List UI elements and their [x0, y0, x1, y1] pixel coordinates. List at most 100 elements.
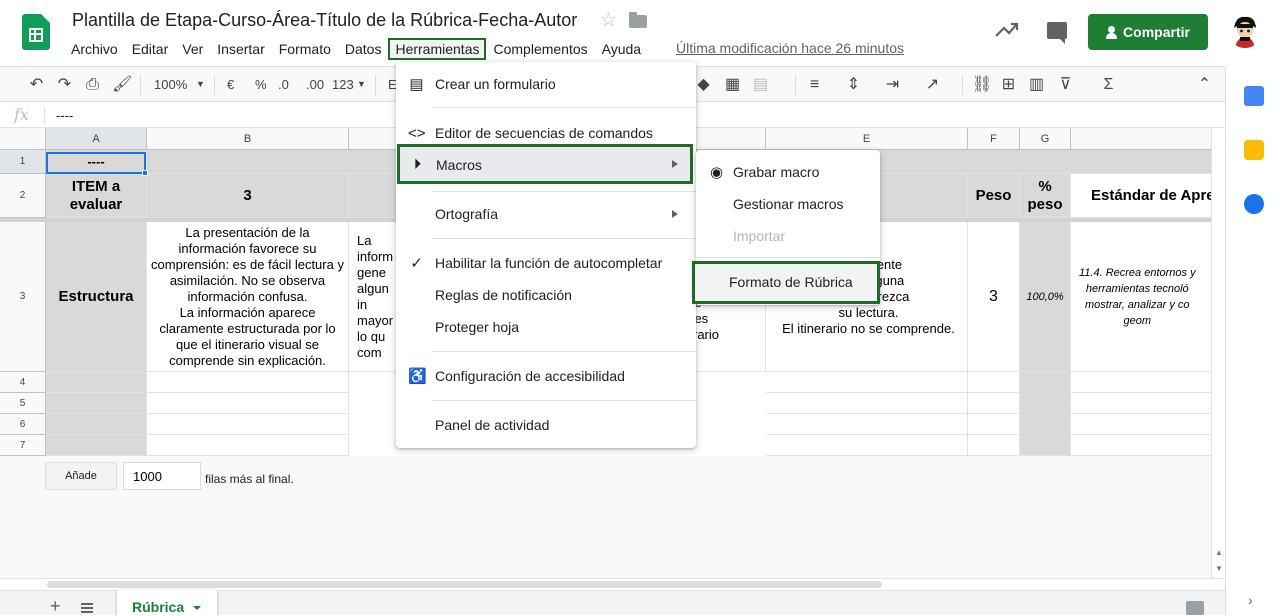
redo-icon[interactable]: ↷ — [56, 76, 73, 93]
document-title[interactable]: Plantilla de Etapa-Curso-Área-Título de … — [72, 10, 577, 31]
cell-e7[interactable] — [766, 435, 968, 456]
scroll-down-icon[interactable]: ▼ — [1215, 564, 1223, 573]
scrollbar-thumb[interactable] — [47, 581, 882, 588]
cell-h6[interactable] — [1071, 414, 1225, 435]
menu-item-gestionar-macros[interactable]: Gestionar macros — [696, 189, 880, 219]
cell-b7[interactable] — [147, 435, 349, 456]
cell-h7[interactable] — [1071, 435, 1225, 456]
cell-f7[interactable] — [968, 435, 1020, 456]
filter-icon[interactable]: ⊽ — [1057, 76, 1074, 93]
cell-e4[interactable] — [766, 372, 968, 393]
column-header-f[interactable]: F — [968, 128, 1020, 150]
currency-format-button[interactable]: € — [227, 67, 234, 102]
borders-icon[interactable]: ▦ — [724, 76, 741, 93]
menu-item-crear-formulario[interactable]: ▤ Crear un formulario — [396, 69, 696, 99]
menu-insertar[interactable]: Insertar — [210, 38, 271, 60]
cell-a7[interactable] — [46, 435, 147, 456]
fill-handle[interactable] — [142, 170, 148, 176]
column-header-b[interactable]: B — [147, 128, 349, 150]
cell-f4[interactable] — [968, 372, 1020, 393]
row-header-1[interactable]: 1 — [0, 150, 46, 174]
menu-item-reglas-notificacion[interactable]: Reglas de notificación — [396, 280, 696, 310]
cell-b4[interactable] — [147, 372, 349, 393]
menu-formato[interactable]: Formato — [272, 38, 338, 60]
avatar[interactable] — [1228, 14, 1262, 48]
cell-h5[interactable] — [1071, 393, 1225, 414]
menu-item-macros[interactable]: ⏵ Macros — [397, 144, 693, 184]
add-sheet-icon[interactable]: + — [50, 597, 61, 615]
cell-f5[interactable] — [968, 393, 1020, 414]
column-header-h[interactable] — [1071, 128, 1225, 150]
last-edit-link[interactable]: Última modificación hace 26 minutos — [676, 40, 904, 56]
horizontal-align-icon[interactable]: ≡ — [806, 76, 823, 93]
cell-g3[interactable]: 100,0% — [1020, 222, 1071, 372]
rows-count-input[interactable] — [123, 462, 201, 490]
cell-h3[interactable]: 11.4. Recrea entornos y herramientas tec… — [1071, 222, 1225, 372]
all-sheets-icon[interactable] — [81, 603, 93, 613]
row-header-3[interactable]: 3 — [0, 222, 46, 372]
vertical-align-icon[interactable]: ⇕ — [845, 76, 862, 93]
menu-item-formato-rubrica[interactable]: Formato de Rúbrica — [692, 261, 880, 304]
cell-b5[interactable] — [147, 393, 349, 414]
vertical-scrollbar[interactable]: ▲ ▼ — [1211, 128, 1225, 578]
trending-up-icon[interactable] — [994, 20, 1020, 40]
cell-b6[interactable] — [147, 414, 349, 435]
share-button[interactable]: Compartir — [1088, 14, 1208, 50]
number-format-select[interactable]: 123 — [332, 67, 354, 102]
cell-h2[interactable]: Estándar de Apre — [1071, 174, 1225, 218]
star-icon[interactable]: ☆ — [600, 9, 617, 32]
chevron-down-icon[interactable] — [193, 606, 201, 610]
cell-a6[interactable] — [46, 414, 147, 435]
row-header-7[interactable]: 7 — [0, 435, 46, 456]
comment-icon[interactable] — [1047, 22, 1067, 44]
calendar-icon[interactable] — [1244, 86, 1264, 106]
row-header-4[interactable]: 4 — [0, 372, 46, 393]
tasks-icon[interactable] — [1244, 194, 1264, 214]
column-header-a[interactable]: A — [46, 128, 147, 150]
cell-a5[interactable] — [46, 393, 147, 414]
text-wrap-icon[interactable]: ⇥ — [884, 76, 901, 93]
menu-item-ortografia[interactable]: Ortografía — [396, 199, 696, 229]
scroll-up-icon[interactable]: ▲ — [1215, 548, 1223, 557]
cell-a2[interactable]: ITEM a evaluar — [46, 174, 147, 218]
decrease-decimals-button[interactable]: .0 — [278, 67, 289, 102]
menu-complementos[interactable]: Complementos — [486, 38, 594, 60]
undo-icon[interactable]: ↶ — [28, 76, 45, 93]
cell-a3[interactable]: Estructura — [46, 222, 147, 372]
folder-icon[interactable] — [629, 12, 647, 28]
cell-a4[interactable] — [46, 372, 147, 393]
menu-editar[interactable]: Editar — [125, 38, 176, 60]
cell-f3[interactable]: 3 — [968, 222, 1020, 372]
horizontal-scrollbar[interactable] — [0, 578, 1225, 590]
menu-item-importar[interactable]: Importar — [696, 221, 880, 251]
fill-color-icon[interactable]: ◆ — [695, 76, 712, 93]
menu-item-autocompletar[interactable]: ✓ Habilitar la función de autocompletar — [396, 248, 696, 278]
cell-f6[interactable] — [968, 414, 1020, 435]
cell-b3[interactable]: La presentación de la información favore… — [147, 222, 349, 372]
menu-datos[interactable]: Datos — [338, 38, 389, 60]
menu-herramientas[interactable]: Herramientas — [388, 38, 487, 60]
explore-icon[interactable] — [1186, 601, 1204, 615]
increase-decimals-button[interactable]: .00 — [306, 67, 324, 102]
zoom-select[interactable]: 100% — [154, 67, 187, 102]
menu-archivo[interactable]: Archivo — [64, 38, 125, 60]
cell-e6[interactable] — [766, 414, 968, 435]
menu-item-proteger-hoja[interactable]: Proteger hoja — [396, 312, 696, 342]
menu-item-accesibilidad[interactable]: ♿ Configuración de accesibilidad — [396, 361, 696, 391]
insert-comment-icon[interactable]: ⊞ — [1000, 76, 1017, 93]
cell-b2[interactable]: 3 — [147, 174, 349, 218]
chevron-down-icon[interactable]: ▼ — [196, 67, 205, 102]
print-icon[interactable]: ⎙ — [84, 76, 101, 93]
menu-item-panel-actividad[interactable]: Panel de actividad — [396, 410, 696, 440]
paint-format-icon[interactable]: 🖌 — [112, 76, 132, 93]
percent-format-button[interactable]: % — [255, 67, 267, 102]
add-rows-button[interactable]: Añade — [45, 462, 117, 490]
chevron-right-icon[interactable]: › — [1248, 592, 1253, 608]
column-g-lower-cells[interactable] — [1020, 372, 1071, 456]
cell-g2[interactable]: % peso — [1020, 174, 1071, 218]
insert-chart-icon[interactable]: ▥ — [1028, 76, 1045, 93]
menu-ayuda[interactable]: Ayuda — [595, 38, 648, 60]
sheets-logo-icon[interactable] — [22, 14, 50, 50]
merge-cells-icon[interactable]: ▤ — [752, 76, 769, 93]
text-rotation-icon[interactable]: ↗ — [924, 76, 941, 93]
